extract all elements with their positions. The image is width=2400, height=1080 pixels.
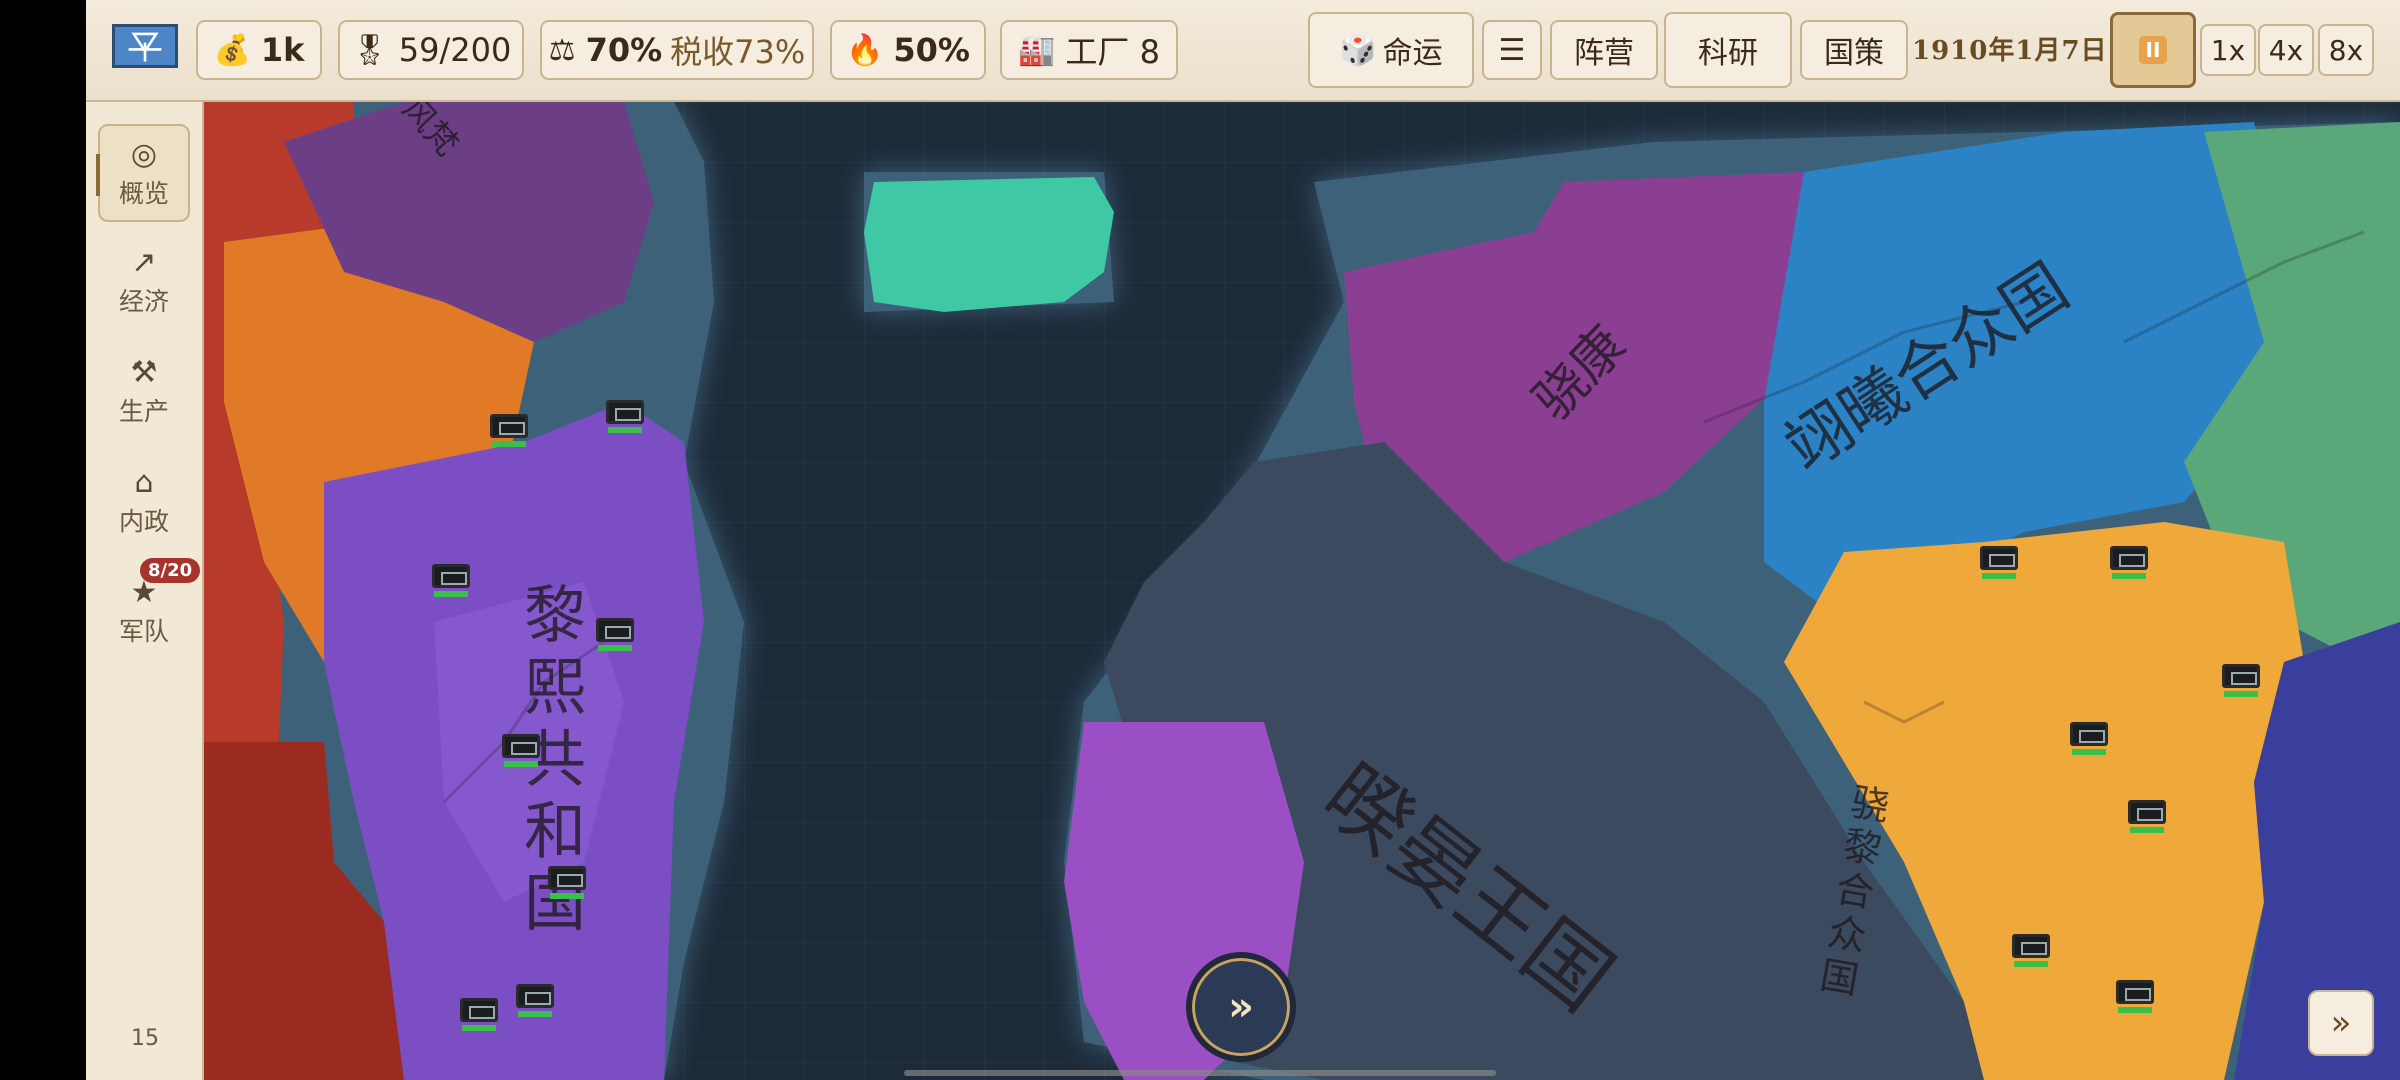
menu-button[interactable]: ☰ — [1482, 20, 1542, 80]
factory-display[interactable]: 🏭 工厂 8 — [1000, 20, 1178, 80]
world-map[interactable]: 风梵 黎熙共和国 骁康 翊曦合众国 暌晏王国 骁黎合众国 — [204, 102, 2400, 1080]
pause-button[interactable]: II — [2110, 12, 2196, 88]
production-icon: ⚒ — [130, 355, 158, 390]
research-button[interactable]: 科研 — [1664, 12, 1792, 88]
army-unit[interactable] — [502, 734, 540, 768]
nation-flag-icon[interactable] — [112, 24, 178, 68]
domestic-icon: ⌂ — [134, 465, 154, 500]
factory-icon: 🏭 — [1018, 32, 1056, 68]
sidebar-item-domestic[interactable]: ⌂ 内政 — [98, 452, 190, 550]
page-number: 15 — [131, 1026, 159, 1051]
fast-forward-button[interactable]: » — [1186, 952, 1296, 1062]
fire-icon: 🔥 — [846, 32, 884, 68]
policy-button[interactable]: 国策 — [1800, 20, 1908, 80]
army-unit[interactable] — [2070, 722, 2108, 756]
scrollbar[interactable] — [904, 1070, 1496, 1076]
army-unit[interactable] — [548, 866, 586, 900]
army-unit[interactable] — [606, 400, 644, 434]
army-unit[interactable] — [596, 618, 634, 652]
sidebar-item-economy[interactable]: ↗ 经济 — [98, 232, 190, 330]
army-unit[interactable] — [2110, 546, 2148, 580]
sidebar-item-production[interactable]: ⚒ 生产 — [98, 342, 190, 440]
prestige-display[interactable]: 🎖 59/200 — [338, 20, 524, 80]
army-unit[interactable] — [460, 998, 498, 1032]
dice-icon: 🎲 — [1339, 32, 1377, 68]
army-unit[interactable] — [432, 564, 470, 598]
money-bag-icon: 💰 — [213, 32, 251, 68]
stability-display[interactable]: ⚖ 70% 税收73% — [540, 20, 814, 80]
money-display[interactable]: 💰 1k — [196, 20, 322, 80]
army-unit[interactable] — [2128, 800, 2166, 834]
army-unit[interactable] — [2116, 980, 2154, 1014]
speed-8x-button[interactable]: 8x — [2318, 24, 2374, 76]
army-unit[interactable] — [490, 414, 528, 448]
army-unit[interactable] — [2222, 664, 2260, 698]
scales-icon: ⚖ — [548, 32, 576, 68]
expand-panel-button[interactable]: » — [2308, 990, 2374, 1056]
sidebar-item-army[interactable]: ★ 军队 8/20 — [98, 558, 201, 660]
sidebar-item-overview[interactable]: ◎ 概览 — [96, 124, 190, 222]
army-unit[interactable] — [1980, 546, 2018, 580]
menu-icon: ☰ — [1498, 32, 1526, 68]
overview-icon: ◎ — [130, 137, 158, 172]
sidebar: ◎ 概览 ↗ 经济 ⚒ 生产 ⌂ 内政 ★ 军队 8/20 15 — [86, 102, 204, 1080]
speed-4x-button[interactable]: 4x — [2258, 24, 2314, 76]
game-date: 1910年1月7日 — [1912, 36, 2108, 66]
war-support-display[interactable]: 🔥 50% — [830, 20, 986, 80]
army-unit[interactable] — [516, 984, 554, 1018]
medal-icon: 🎖 — [350, 32, 389, 68]
economy-icon: ↗ — [131, 245, 157, 280]
fate-button[interactable]: 🎲 命运 — [1308, 12, 1474, 88]
army-unit[interactable] — [2012, 934, 2050, 968]
faction-button[interactable]: 阵营 — [1550, 20, 1658, 80]
speed-1x-button[interactable]: 1x — [2200, 24, 2256, 76]
army-count-badge: 8/20 — [140, 558, 201, 583]
pause-icon: II — [2139, 36, 2167, 64]
